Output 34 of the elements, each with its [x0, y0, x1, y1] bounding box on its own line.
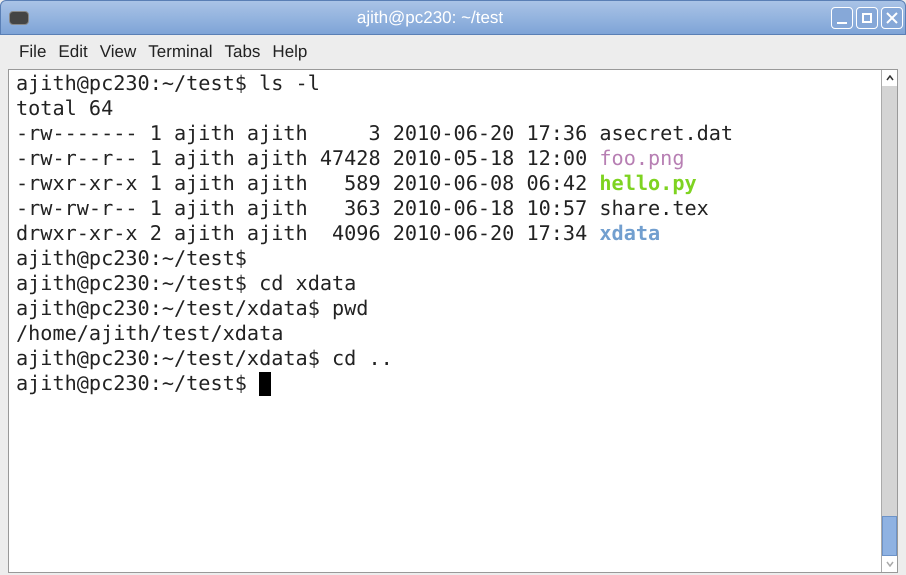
- menu-item[interactable]: Edit: [53, 39, 93, 65]
- terminal-line: -rw-r--r-- 1 ajith ajith 47428 2010-05-18 12:00: [16, 146, 588, 171]
- menu-item[interactable]: Tabs: [220, 39, 266, 65]
- close-button[interactable]: [881, 6, 903, 28]
- terminal-line: ajith@pc230:~/test$: [16, 371, 248, 396]
- maximize-button[interactable]: [856, 6, 878, 28]
- terminal-line: ajith@pc230:~/test$ cd xdata: [16, 271, 356, 296]
- terminal-line: drwxr-xr-x 2 ajith ajith 4096 2010-06-20 17:34: [16, 221, 588, 246]
- scroll-thumb[interactable]: [882, 516, 897, 556]
- file-name: foo.png: [599, 146, 684, 171]
- terminal-line: -rw------- 1 ajith ajith 3 2010-06-20 17:36: [16, 121, 588, 146]
- menu-item[interactable]: File: [14, 39, 52, 65]
- menu-item[interactable]: Terminal: [143, 39, 218, 65]
- file-name: asecret.dat: [599, 121, 734, 146]
- file-name: share.tex: [599, 196, 709, 221]
- menu-item[interactable]: Help: [267, 39, 312, 65]
- terminal-line: /home/ajith/test/xdata: [16, 321, 284, 346]
- terminal-line: ajith@pc230:~/test/xdata$ cd ..: [16, 346, 393, 371]
- terminal-line: ajith@pc230:~/test$ ls -l: [16, 71, 320, 96]
- terminal-line: ajith@pc230:~/test/xdata$ pwd: [16, 296, 368, 321]
- terminal-line: ajith@pc230:~/test$: [16, 246, 247, 271]
- close-icon: [886, 12, 898, 24]
- file-name: xdata: [599, 221, 660, 246]
- file-name: hello.py: [599, 171, 697, 196]
- scroll-up-icon[interactable]: [882, 70, 897, 86]
- window-title: ajith@pc230: ~/test: [356, 6, 504, 29]
- terminal-line: -rw-rw-r-- 1 ajith ajith 363 2010-06-18 10:57: [16, 196, 588, 221]
- menu-item[interactable]: View: [94, 39, 142, 65]
- terminal-icon[interactable]: [9, 10, 29, 24]
- terminal-line: -rwxr-xr-x 1 ajith ajith 589 2010-06-08 06:42: [16, 171, 588, 196]
- minimize-button[interactable]: [831, 6, 853, 28]
- scroll-down-icon[interactable]: [882, 556, 897, 572]
- scrollbar[interactable]: [881, 70, 897, 572]
- terminal-line: total 64: [16, 96, 114, 121]
